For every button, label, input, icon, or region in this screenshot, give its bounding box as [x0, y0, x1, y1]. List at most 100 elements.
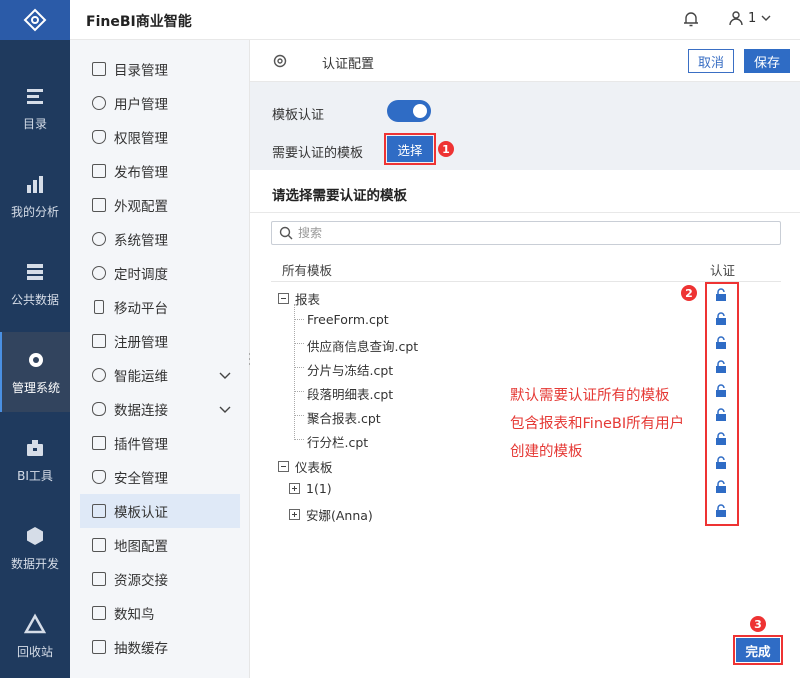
- sidebar-item-recycle-bin[interactable]: 回收站: [0, 596, 70, 676]
- analysis-icon: [27, 175, 43, 193]
- sidebar-item-data-dev[interactable]: 数据开发: [0, 508, 70, 588]
- done-button[interactable]: 完成: [733, 635, 783, 665]
- menu-item-label: 注册管理: [114, 335, 168, 351]
- lock-icon[interactable]: [714, 360, 728, 374]
- user-menu[interactable]: 1: [728, 10, 772, 26]
- collapse-icon[interactable]: [278, 293, 289, 304]
- menu-item-resource-handover[interactable]: 资源交接: [80, 562, 240, 596]
- tree-leaf[interactable]: 段落明细表.cpt: [307, 384, 393, 403]
- collapse-icon[interactable]: [278, 461, 289, 472]
- lock-icon[interactable]: [714, 408, 728, 422]
- sidebar-item-public-data[interactable]: 公共数据: [0, 244, 70, 324]
- menu-item-shuzhiniao[interactable]: 数知鸟: [80, 596, 240, 630]
- sidebar-item-label: 公共数据: [10, 292, 59, 307]
- cancel-button[interactable]: 取消: [688, 49, 734, 73]
- tree-leaf[interactable]: 行分栏.cpt: [307, 432, 368, 451]
- register-icon: [92, 334, 106, 348]
- menu-item-security[interactable]: 安全管理: [80, 460, 240, 494]
- annotation-line-1: 默认需要认证所有的模板: [510, 388, 670, 404]
- template-auth-toggle[interactable]: [387, 100, 431, 122]
- menu-item-label: 系统管理: [114, 233, 168, 249]
- menu-item-label: 数知鸟: [114, 607, 155, 623]
- template-name: 供应商信息查询.cpt: [307, 339, 419, 354]
- chevron-down-icon: [761, 15, 771, 21]
- menu-item-label: 资源交接: [114, 573, 168, 589]
- tree-guide-line: [294, 367, 304, 368]
- tree-node-dashboard-anna[interactable]: 安娜(Anna): [289, 505, 373, 524]
- app-logo[interactable]: [0, 0, 70, 40]
- user-name: 1: [748, 10, 757, 26]
- user-icon: [729, 11, 743, 26]
- save-button[interactable]: 保存: [744, 49, 790, 73]
- tree-guide-line: [294, 343, 304, 344]
- tree-node-report-folder[interactable]: 报表: [278, 289, 320, 308]
- tree-guide-line: [294, 319, 304, 320]
- sidebar-item-manage-system[interactable]: 管理系统: [0, 332, 70, 412]
- lock-icon[interactable]: [714, 456, 728, 470]
- sidebar-item-label: 管理系统: [11, 380, 60, 395]
- lock-icon[interactable]: [714, 384, 728, 398]
- tree-leaf[interactable]: 供应商信息查询.cpt: [307, 336, 418, 355]
- menu-item-template-auth[interactable]: 模板认证: [80, 494, 240, 528]
- tree-node-dashboard-1[interactable]: 1(1): [289, 481, 332, 496]
- chevron-down-icon: [219, 372, 231, 379]
- lock-icon[interactable]: [714, 312, 728, 326]
- tree-leaf[interactable]: FreeForm.cpt: [307, 312, 389, 327]
- menu-item-label: 安全管理: [114, 471, 168, 487]
- sidebar-item-label: 回收站: [16, 644, 53, 659]
- tree-leaf[interactable]: 分片与冻结.cpt: [307, 360, 393, 379]
- ops-icon: [92, 368, 106, 382]
- menu-item-catalog-manage[interactable]: 目录管理: [80, 52, 240, 86]
- tree-node-dashboard-folder[interactable]: 仪表板: [278, 457, 333, 476]
- template-name: 行分栏.cpt: [307, 435, 369, 450]
- mobile-icon: [94, 300, 104, 314]
- select-template-dialog: 请选择需要认证的模板 所有模板 认证 报表 FreeForm.cpt 供应商信息…: [250, 170, 800, 678]
- page-title: 认证配置: [322, 57, 375, 72]
- annotation-line-3: 创建的模板: [510, 444, 583, 460]
- template-name: 聚合报表.cpt: [307, 411, 381, 426]
- lock-icon[interactable]: [714, 432, 728, 446]
- menu-item-publish-manage[interactable]: 发布管理: [80, 154, 240, 188]
- lock-icon[interactable]: [714, 336, 728, 350]
- lock-icon[interactable]: [714, 480, 728, 494]
- menu-item-register[interactable]: 注册管理: [80, 324, 240, 358]
- manage-system-icon: [29, 352, 43, 367]
- search-box[interactable]: [271, 221, 781, 245]
- brush-icon: [92, 198, 106, 212]
- logo-icon: [23, 8, 47, 32]
- expand-icon[interactable]: [289, 483, 300, 494]
- sidebar-item-bi-tools[interactable]: BI工具: [0, 420, 70, 500]
- menu-item-appearance[interactable]: 外观配置: [80, 188, 240, 222]
- menu-item-user-manage[interactable]: 用户管理: [80, 86, 240, 120]
- catalog-icon: [27, 88, 43, 104]
- menu-item-plugin[interactable]: 插件管理: [80, 426, 240, 460]
- menu-item-data-connection[interactable]: 数据连接: [80, 392, 240, 426]
- tree-guide-line: [294, 439, 304, 440]
- tree-leaf[interactable]: 聚合报表.cpt: [307, 408, 381, 427]
- tree-guide-line: [294, 304, 295, 440]
- annotation-line-2: 包含报表和FineBI所有用户: [510, 416, 685, 432]
- menu-item-smart-ops[interactable]: 智能运维: [80, 358, 240, 392]
- step-badge-3: 3: [750, 616, 766, 632]
- menu-item-permission-manage[interactable]: 权限管理: [80, 120, 240, 154]
- menu-item-extract-cache[interactable]: 抽数缓存: [80, 630, 240, 664]
- gear-icon: [273, 54, 287, 68]
- bi-tools-icon: [27, 439, 43, 456]
- tree-node-label: 安娜(Anna): [306, 508, 373, 523]
- lock-icon[interactable]: [714, 288, 728, 302]
- select-templates-button[interactable]: 选择: [384, 133, 436, 165]
- search-input[interactable]: [298, 224, 768, 242]
- divider: [250, 212, 800, 213]
- menu-item-system-manage[interactable]: 系统管理: [80, 222, 240, 256]
- lock-icon[interactable]: [714, 504, 728, 518]
- main-sidebar: 目录 我的分析 公共数据 管理系统 BI工具 数据开发 回收站: [0, 0, 70, 678]
- menu-item-mobile[interactable]: 移动平台: [80, 290, 240, 324]
- bell-icon[interactable]: [682, 10, 700, 28]
- expand-icon[interactable]: [289, 509, 300, 520]
- clock-icon: [92, 266, 106, 280]
- sidebar-item-my-analysis[interactable]: 我的分析: [0, 156, 70, 236]
- menu-item-schedule[interactable]: 定时调度: [80, 256, 240, 290]
- sidebar-item-catalog[interactable]: 目录: [0, 68, 70, 148]
- data-dev-icon: [27, 526, 43, 545]
- menu-item-map-config[interactable]: 地图配置: [80, 528, 240, 562]
